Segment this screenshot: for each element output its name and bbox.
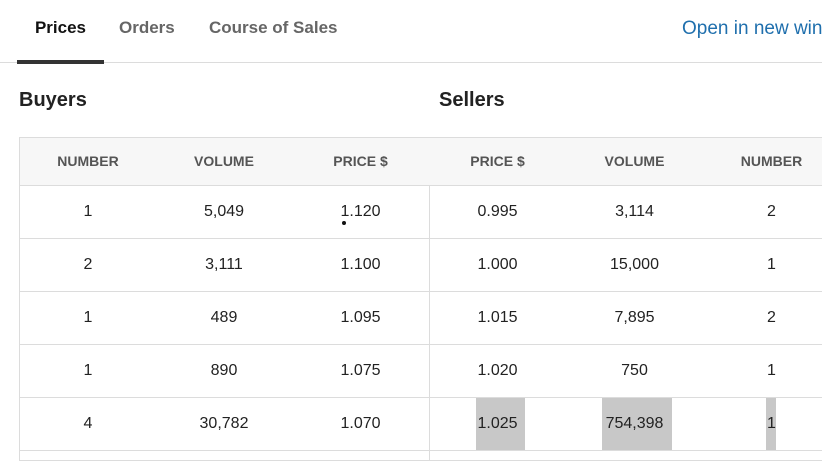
- tab-orders[interactable]: Orders: [119, 0, 179, 63]
- tab-bar: Prices Orders Course of Sales Open in ne…: [0, 0, 822, 64]
- header-buy-number[interactable]: NUMBER: [20, 138, 156, 185]
- buy-price-cell: 1.095: [340, 309, 381, 326]
- table-row: 1 489 1.095 1.015 7,895 2: [20, 292, 822, 345]
- header-sell-number[interactable]: NUMBER: [703, 138, 822, 185]
- sell-volume-cell: 7,895: [614, 309, 655, 326]
- cursor-dot: [342, 221, 346, 225]
- buy-number-cell: 4: [83, 415, 93, 432]
- buy-volume-cell: 489: [210, 309, 238, 326]
- buyers-title: Buyers: [19, 89, 87, 111]
- buy-number-cell: 2: [83, 256, 93, 273]
- sell-number-cell: 2: [767, 203, 776, 220]
- buy-number-cell: 1: [83, 309, 93, 326]
- sell-volume-cell: 3,114: [615, 203, 654, 220]
- header-sell-price[interactable]: PRICE $: [429, 138, 566, 185]
- buy-number-cell: 1: [83, 203, 93, 220]
- table-header: NUMBER VOLUME PRICE $ PRICE $ VOLUME NUM…: [20, 138, 822, 186]
- buy-price-cell: 1.100: [340, 256, 381, 273]
- tab-prices[interactable]: Prices: [17, 0, 104, 64]
- market-depth-panel: Prices Orders Course of Sales Open in ne…: [0, 0, 822, 461]
- sell-number-cell: 1: [767, 256, 776, 273]
- table-row: 2 3,111 1.100 1.000 15,000 1: [20, 239, 822, 292]
- sell-volume-cell: 754,398: [605, 415, 664, 432]
- buy-price-cell: 1.070: [340, 415, 381, 432]
- sell-number-cell: 1: [767, 362, 776, 379]
- sell-volume-cell: 750: [621, 362, 648, 379]
- buy-price-cell: 1.120: [340, 203, 381, 220]
- header-buy-price[interactable]: PRICE $: [292, 138, 429, 185]
- sell-number-cell: 2: [767, 309, 776, 326]
- sell-volume-cell: 15,000: [610, 256, 659, 273]
- table-row: 1 5,049 1.120 0.995 3,114 2: [20, 186, 822, 239]
- sell-price-cell: 1.015: [477, 309, 518, 326]
- buy-number-cell: 1: [83, 362, 93, 379]
- sell-price-cell: 1.025: [477, 415, 518, 432]
- sell-price-cell: 1.000: [477, 256, 518, 273]
- tab-course-of-sales[interactable]: Course of Sales: [209, 0, 349, 63]
- table-row: 1 890 1.075 1.020 750 1: [20, 345, 822, 398]
- sell-number-cell: 1: [767, 415, 776, 432]
- buy-price-cell: 1.075: [340, 362, 381, 379]
- sell-price-cell: 1.020: [477, 362, 518, 379]
- sellers-title: Sellers: [439, 89, 505, 111]
- buy-volume-cell: 30,782: [199, 415, 249, 432]
- order-book-table: NUMBER VOLUME PRICE $ PRICE $ VOLUME NUM…: [19, 137, 822, 461]
- buy-volume-cell: 5,049: [203, 203, 245, 220]
- sell-price-cell: 0.995: [477, 203, 518, 220]
- buyers-sellers-divider: [429, 186, 430, 460]
- table-row: 4 30,782 1.070 1.025 754,398 1: [20, 398, 822, 451]
- open-in-new-window-link[interactable]: Open in new win: [682, 18, 822, 40]
- buy-volume-cell: 890: [210, 362, 238, 379]
- header-sell-volume[interactable]: VOLUME: [566, 138, 703, 185]
- header-buy-volume[interactable]: VOLUME: [156, 138, 292, 185]
- buy-volume-cell: 3,111: [205, 256, 243, 273]
